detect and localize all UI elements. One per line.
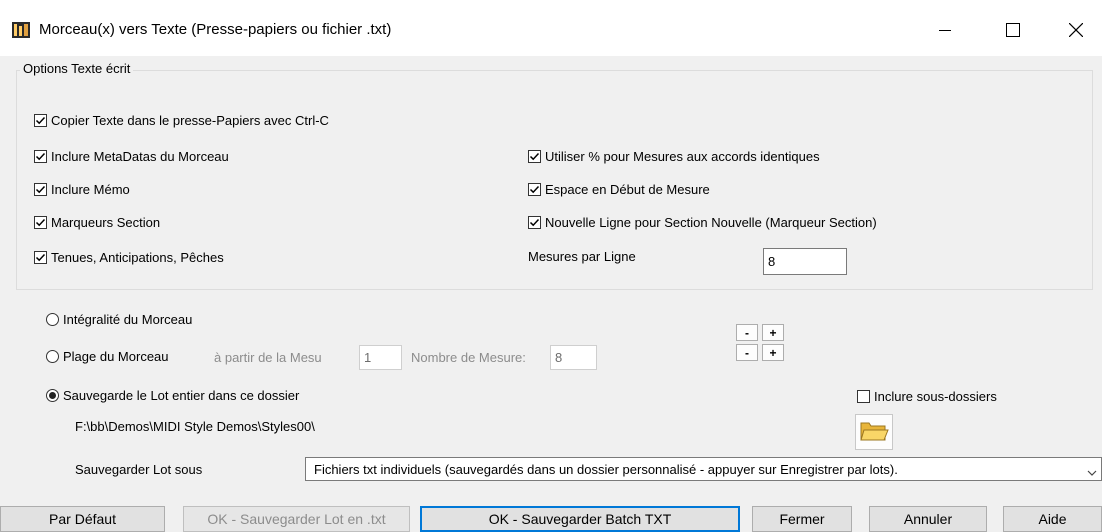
song-range-label: Plage du Morceau (63, 349, 169, 364)
space-bar-start-label: Espace en Début de Mesure (545, 182, 710, 197)
include-memo-label: Inclure Mémo (51, 182, 130, 197)
options-group-title: Options Texte écrit (20, 61, 134, 76)
checkbox-icon (34, 150, 47, 163)
include-memo-checkbox[interactable]: Inclure Mémo (34, 182, 130, 197)
whole-song-radio[interactable]: Intégralité du Morceau (46, 312, 192, 327)
whole-song-label: Intégralité du Morceau (63, 312, 193, 327)
bars-per-line-input[interactable] (763, 248, 847, 275)
section-markers-checkbox[interactable]: Marqueurs Section (34, 215, 160, 230)
include-subfolders-checkbox[interactable]: Inclure sous-dossiers (857, 389, 997, 404)
include-subfolders-label: Inclure sous-dossiers (874, 389, 997, 404)
from-bar-input[interactable] (359, 345, 402, 370)
batch-folder-label: Sauvegarde le Lot entier dans ce dossier (63, 388, 300, 403)
new-line-section-label: Nouvelle Ligne pour Section Nouvelle (Ma… (545, 215, 877, 230)
bar-count-decrement-button[interactable]: - (736, 344, 758, 361)
batch-folder-radio[interactable]: Sauvegarde le Lot entier dans ce dossier (46, 388, 299, 403)
browse-folder-button[interactable] (855, 414, 893, 450)
copy-clipboard-checkbox[interactable]: Copier Texte dans le presse-Papiers avec… (34, 113, 329, 128)
close-button[interactable]: Fermer (752, 506, 852, 532)
song-range-radio[interactable]: Plage du Morceau (46, 349, 169, 364)
bars-per-line-label: Mesures par Ligne (528, 249, 636, 264)
checkbox-icon (34, 114, 47, 127)
bar-count-label: Nombre de Mesure: (411, 350, 526, 365)
bar-count-increment-button[interactable]: + (762, 344, 784, 361)
bar-count-input[interactable] (550, 345, 597, 370)
use-percent-label: Utiliser % pour Mesures aux accords iden… (545, 149, 820, 164)
section-markers-label: Marqueurs Section (51, 215, 161, 230)
from-bar-label: à partir de la Mesu (214, 350, 322, 365)
use-percent-checkbox[interactable]: Utiliser % pour Mesures aux accords iden… (528, 149, 820, 164)
from-bar-increment-button[interactable]: + (762, 324, 784, 341)
maximize-icon[interactable] (990, 14, 1036, 46)
checkbox-icon (528, 216, 541, 229)
checkbox-icon (34, 183, 47, 196)
holds-pushes-shots-label: Tenues, Anticipations, Pêches (51, 250, 224, 265)
ok-save-batch-txt-disabled-button[interactable]: OK - Sauvegarder Lot en .txt (183, 506, 410, 532)
save-batch-as-label: Sauvegarder Lot sous (75, 462, 203, 477)
radio-icon (46, 350, 59, 363)
save-batch-as-select[interactable]: Fichiers txt individuels (sauvegardés da… (305, 457, 1102, 481)
open-folder-icon (859, 419, 889, 446)
checkbox-icon (34, 251, 47, 264)
save-batch-as-value: Fichiers txt individuels (sauvegardés da… (314, 461, 898, 477)
window-title: Morceau(x) vers Texte (Presse-papiers ou… (39, 21, 392, 38)
checkbox-icon (34, 216, 47, 229)
help-button[interactable]: Aide (1003, 506, 1102, 532)
checkbox-icon (857, 390, 870, 403)
default-button[interactable]: Par Défaut (0, 506, 165, 532)
copy-clipboard-label: Copier Texte dans le presse-Papiers avec… (51, 113, 329, 128)
new-line-section-checkbox[interactable]: Nouvelle Ligne pour Section Nouvelle (Ma… (528, 215, 877, 230)
checkbox-icon (528, 183, 541, 196)
radio-icon (46, 389, 59, 402)
ok-save-batch-txt-button[interactable]: OK - Sauvegarder Batch TXT (420, 506, 740, 532)
cancel-button[interactable]: Annuler (869, 506, 987, 532)
folder-path: F:\bb\Demos\MIDI Style Demos\Styles00\ (75, 419, 315, 434)
checkbox-icon (528, 150, 541, 163)
holds-pushes-shots-checkbox[interactable]: Tenues, Anticipations, Pêches (34, 250, 224, 265)
space-bar-start-checkbox[interactable]: Espace en Début de Mesure (528, 182, 710, 197)
include-metadata-checkbox[interactable]: Inclure MetaDatas du Morceau (34, 149, 229, 164)
radio-icon (46, 313, 59, 326)
minimize-icon[interactable] (922, 14, 968, 46)
from-bar-decrement-button[interactable]: - (736, 324, 758, 341)
radio-selected-dot (49, 392, 56, 399)
chevron-down-icon (1087, 465, 1097, 480)
include-metadata-label: Inclure MetaDatas du Morceau (51, 149, 229, 164)
band-in-a-box-icon (12, 22, 30, 38)
close-icon[interactable] (1053, 14, 1099, 46)
